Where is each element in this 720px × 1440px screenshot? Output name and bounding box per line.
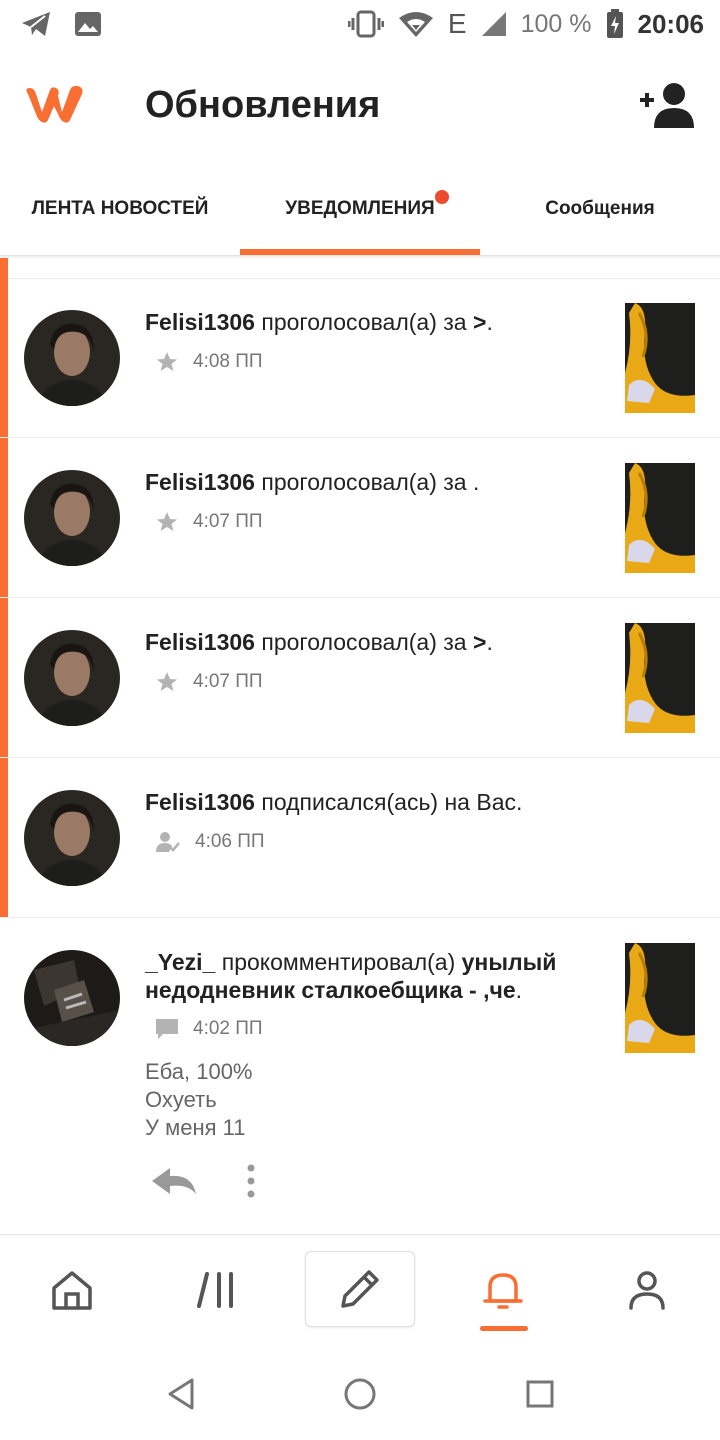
signal-icon bbox=[481, 12, 506, 36]
page-title: Обновления bbox=[145, 84, 381, 126]
wifi-icon bbox=[398, 12, 433, 37]
status-bar: E 100 % 20:06 bbox=[0, 0, 720, 50]
nav-library[interactable] bbox=[182, 1255, 252, 1325]
notification-item[interactable]: Felisi1306 проголосовал(а) за . 4:07 ПП bbox=[0, 438, 720, 598]
active-nav-indicator bbox=[480, 1326, 528, 1331]
notification-text: Felisi1306 проголосовал(а) за >. bbox=[145, 309, 493, 335]
timestamp: 4:06 ПП bbox=[195, 831, 265, 852]
notification-list[interactable]: Felisi1306 проголосовал(а) за >. 4:08 ПП… bbox=[0, 258, 720, 1233]
notification-meta: 4:02 ПП bbox=[155, 1018, 263, 1040]
story-thumbnail[interactable] bbox=[625, 623, 695, 733]
avatar[interactable] bbox=[24, 470, 120, 566]
timestamp: 4:08 ПП bbox=[193, 351, 263, 372]
comment-icon bbox=[156, 1019, 178, 1039]
nav-write[interactable] bbox=[305, 1251, 415, 1327]
story-thumbnail[interactable] bbox=[625, 303, 695, 413]
timestamp: 4:02 ПП bbox=[193, 1018, 263, 1039]
notification-item[interactable]: _Yezi_ прокомментировал(а) унылый недодн… bbox=[0, 918, 720, 1233]
notification-text: Felisi1306 проголосовал(а) за >. bbox=[145, 629, 493, 655]
avatar[interactable] bbox=[24, 310, 120, 406]
notification-text: _Yezi_ прокомментировал(а) унылый недодн… bbox=[145, 949, 557, 1003]
username[interactable]: _Yezi_ bbox=[145, 949, 215, 975]
story-thumbnail[interactable] bbox=[625, 463, 695, 573]
home-circle-icon[interactable] bbox=[340, 1374, 380, 1414]
notification-badge bbox=[435, 190, 449, 204]
timestamp: 4:07 ПП bbox=[193, 511, 263, 532]
more-options-icon[interactable] bbox=[246, 1164, 256, 1198]
battery-charging-icon bbox=[606, 9, 623, 38]
active-tab-indicator bbox=[240, 249, 480, 255]
avatar[interactable] bbox=[24, 790, 120, 886]
follow-icon bbox=[156, 832, 180, 852]
image-icon bbox=[75, 12, 101, 36]
nav-home[interactable] bbox=[37, 1255, 107, 1325]
nav-profile[interactable] bbox=[612, 1255, 682, 1325]
nav-notifications[interactable] bbox=[468, 1255, 538, 1331]
recents-icon[interactable] bbox=[520, 1374, 560, 1414]
story-thumbnail[interactable] bbox=[625, 943, 695, 1053]
app-bar: Обновления bbox=[0, 60, 720, 160]
notification-meta: 4:07 ПП bbox=[155, 670, 263, 694]
add-user-icon[interactable] bbox=[638, 80, 696, 130]
vibrate-icon bbox=[347, 10, 384, 38]
tab-notifications[interactable]: УВЕДОМЛЕНИЯ bbox=[240, 172, 480, 256]
comment-actions bbox=[150, 1164, 256, 1198]
notification-meta: 4:06 ПП bbox=[155, 830, 265, 854]
network-type: E bbox=[447, 8, 467, 39]
notification-text: Felisi1306 проголосовал(а) за . bbox=[145, 469, 480, 495]
wattpad-logo[interactable] bbox=[22, 80, 90, 128]
library-icon bbox=[197, 1272, 233, 1308]
notification-meta: 4:07 ПП bbox=[155, 510, 263, 534]
star-icon bbox=[157, 512, 177, 531]
username[interactable]: Felisi1306 bbox=[145, 789, 255, 815]
reply-icon[interactable] bbox=[150, 1166, 198, 1196]
bottom-navigation bbox=[0, 1234, 720, 1344]
tab-news-feed[interactable]: ЛЕНТА НОВОСТЕЙ bbox=[0, 172, 240, 256]
clock: 20:06 bbox=[637, 8, 705, 39]
username[interactable]: Felisi1306 bbox=[145, 309, 255, 335]
home-icon bbox=[52, 1271, 92, 1310]
avatar[interactable] bbox=[24, 950, 120, 1046]
notification-meta: 4:08 ПП bbox=[155, 350, 263, 374]
system-navigation bbox=[0, 1344, 720, 1440]
profile-icon bbox=[629, 1271, 665, 1310]
telegram-icon bbox=[22, 12, 50, 36]
notifications-icon bbox=[483, 1273, 523, 1309]
notification-item[interactable]: Felisi1306 проголосовал(а) за >. 4:07 ПП bbox=[0, 598, 720, 758]
username[interactable]: Felisi1306 bbox=[145, 469, 255, 495]
avatar[interactable] bbox=[24, 630, 120, 726]
username[interactable]: Felisi1306 bbox=[145, 629, 255, 655]
notification-text: Felisi1306 подписался(ась) на Вас. bbox=[145, 789, 523, 815]
notification-item[interactable]: Felisi1306 проголосовал(а) за >. 4:08 ПП bbox=[0, 278, 720, 438]
comment-text: Еба, 100% Охуеть У меня 11 bbox=[145, 1059, 253, 1140]
timestamp: 4:07 ПП bbox=[193, 671, 263, 692]
star-icon bbox=[157, 672, 177, 691]
notification-item[interactable]: Felisi1306 подписался(ась) на Вас. 4:06 … bbox=[0, 758, 720, 918]
battery-percent: 100 % bbox=[520, 9, 592, 38]
back-icon[interactable] bbox=[162, 1374, 202, 1414]
write-icon bbox=[341, 1270, 379, 1308]
tab-bar: ЛЕНТА НОВОСТЕЙ УВЕДОМЛЕНИЯ Сообщения bbox=[0, 172, 720, 256]
star-icon bbox=[157, 352, 177, 371]
tab-messages[interactable]: Сообщения bbox=[480, 172, 720, 256]
